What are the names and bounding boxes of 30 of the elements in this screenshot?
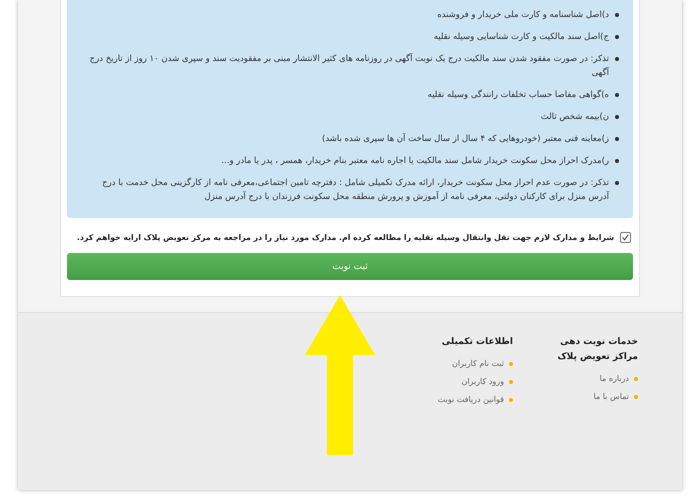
requirement-text: تذکر: در صورت عدم احراز محل سکونت خریدار، ارائه مدرک تکمیلی شامل : دفترچه تامین اجتماعی،معرفی نامه از کارگزینی محل خدمت با درج آدرس منزل برای کارکنان دولتی، معرفی نامه از آموزش و پرورش منطقه محل سکونت فرزندان با درج آدرس منزل xyxy=(101,176,609,204)
bullet-icon xyxy=(634,376,638,380)
requirement-text: ن)بیمه شخص ثالث xyxy=(540,111,609,124)
bullet-icon xyxy=(615,159,619,163)
bullet-icon xyxy=(615,115,619,119)
footer-link[interactable]: ثبت نام کاربران xyxy=(452,359,504,368)
bullet-icon xyxy=(509,380,513,384)
bullet-icon xyxy=(615,35,619,39)
footer-link[interactable]: درباره ما xyxy=(600,374,629,383)
bullet-icon xyxy=(615,93,619,97)
requirement-text: ج)اصل سند مالکیت و کارت شناسایی وسیله نقلیه xyxy=(434,31,609,44)
requirement-text: د)اصل شناسنامه و کارت ملی خریدار و فروشنده xyxy=(437,9,609,22)
footer-link[interactable]: تماس با ما xyxy=(593,392,629,401)
bullet-icon xyxy=(509,362,513,366)
bullet-icon xyxy=(615,57,619,61)
bullet-icon xyxy=(634,394,638,398)
bullet-icon xyxy=(615,181,619,185)
footer-link[interactable]: قوانین دریافت نوبت xyxy=(438,395,504,404)
bullet-icon xyxy=(615,137,619,141)
requirement-text: ه)گواهی مفاصا حساب تخلفات رانندگی وسیله نقلیه xyxy=(428,88,609,102)
agreement-checkbox[interactable] xyxy=(620,232,631,243)
requirement-text: ز)معاینه فنی معتبر (خودروهایی که ۴ سال از سال ساخت آن ها سپری شده باشد) xyxy=(322,132,609,146)
requirement-text: ر)مدرک احراز محل سکونت خریدار شامل سند مالکیت یا اجاره نامه معتبر بنام خریدار، همسر ، پدر یا مادر و... xyxy=(221,155,609,168)
bullet-icon xyxy=(509,398,513,402)
bullet-icon xyxy=(615,13,619,17)
footer-link[interactable]: ورود کاربران xyxy=(461,377,504,386)
submit-button[interactable]: ثبت نوبت xyxy=(67,253,633,280)
requirement-text: تذکر: در صورت مفقود شدن سند مالکیت درج یک نوبت آگهی در روزنامه های کثیر الانتشار مبنی بر مفقودیت سند و سپری شدن ۱۰ روز از تاریخ درج آگهی xyxy=(88,52,609,80)
footer-heading: اطلاعات تکمیلی xyxy=(440,336,513,349)
footer-heading: خدمات نوبت دهی مراکز تعویض پلاک xyxy=(556,336,638,364)
